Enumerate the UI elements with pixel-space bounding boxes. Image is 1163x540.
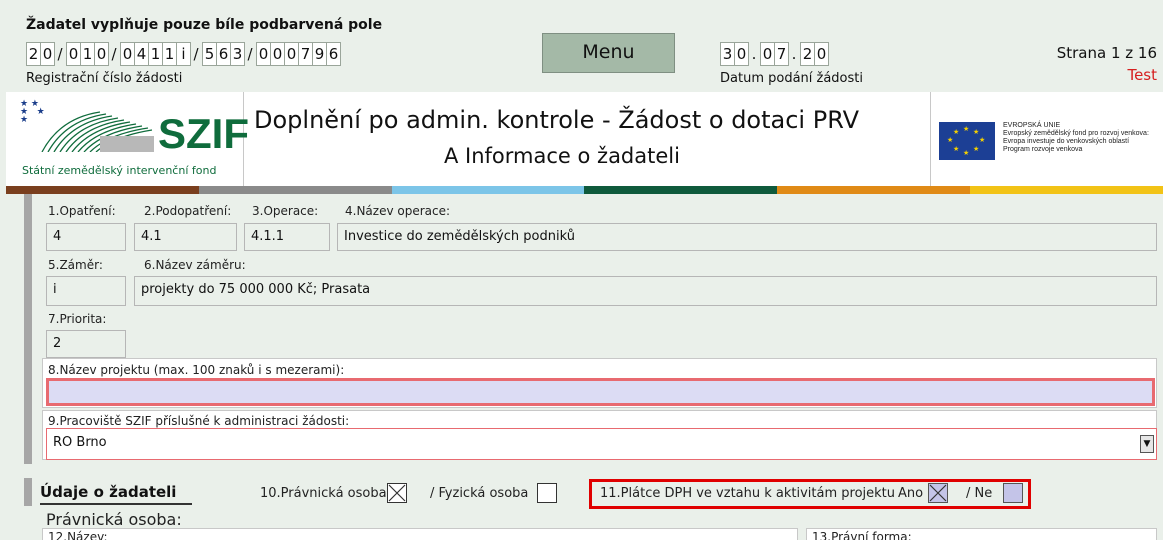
digit-cell: 0: [270, 42, 285, 66]
zamer-label: 5.Záměr:: [48, 258, 103, 272]
left-strip: [24, 194, 32, 464]
color-segment: [198, 186, 392, 194]
color-segment: [584, 186, 778, 194]
digit-cell: 1: [80, 42, 95, 66]
priorita-label: 7.Priorita:: [48, 312, 107, 326]
mode-label: Test: [1127, 66, 1157, 84]
digit-cell: i: [176, 42, 191, 66]
digit-separator: /: [57, 45, 63, 63]
fyzicka-checkbox[interactable]: [537, 483, 557, 503]
digit-cell: 0: [734, 42, 749, 66]
color-stripe: [6, 186, 1163, 194]
logo-text: SZIF: [158, 110, 249, 157]
digit-separator: .: [791, 45, 797, 63]
nazev-label: 12.Název:: [48, 530, 108, 540]
digit-cell: 0: [120, 42, 135, 66]
pracoviste-label: 9.Pracoviště SZIF příslušné k administra…: [48, 414, 350, 428]
ano-checkbox[interactable]: [928, 483, 948, 503]
registration-caption: Registrační číslo žádosti: [26, 71, 183, 86]
digit-cell: 1: [162, 42, 177, 66]
page-indicator: Strana 1 z 16: [1056, 44, 1157, 62]
nazev-zameru-label: 6.Název záměru:: [144, 258, 246, 272]
section-marker: [24, 478, 32, 506]
eu-text: EVROPSKÁ UNIE Evropský zemědělský fond p…: [1003, 122, 1149, 154]
digit-cell: 0: [94, 42, 109, 66]
digit-cell: 3: [720, 42, 735, 66]
eu-line: Evropský zemědělský fond pro rozvoj venk…: [1003, 130, 1149, 137]
eu-line: Evropa investuje do venkovských oblastí: [1003, 138, 1130, 145]
subsection-title: Právnická osoba:: [46, 510, 182, 529]
ne-label: / Ne: [966, 486, 993, 501]
fields-icon: [41, 111, 154, 152]
form-title: Doplnění po admin. kontrole - Žádost o d…: [254, 106, 859, 134]
section-title: Údaje o žadateli: [40, 483, 177, 501]
eu-logo: ★ ★ ★ ★ ★ ★ ★ ★ EVROPSKÁ UNIE Evropský zemědě…: [930, 92, 1163, 186]
digit-cell: 3: [230, 42, 245, 66]
szif-logo: ★ ★ ★ ★ ★ SZIF Státní zemědělský intervenč…: [12, 92, 249, 186]
dropdown-arrow-icon[interactable]: ▼: [1140, 435, 1154, 453]
fyzicka-label: / Fyzická osoba: [430, 486, 529, 501]
digit-cell: 0: [760, 42, 775, 66]
submission-date: 30.07.20: [720, 42, 829, 66]
logo-subtitle: Státní zemědělský intervenční fond: [22, 164, 217, 177]
nazev-operace-label: 4.Název operace:: [345, 204, 451, 218]
nazev-projektu-label: 8.Název projektu (max. 100 znaků i s mez…: [48, 363, 345, 377]
color-segment: [6, 186, 199, 194]
digit-cell: 0: [66, 42, 81, 66]
section-underline: [40, 503, 192, 505]
digit-cell: 6: [326, 42, 341, 66]
digit-cell: 5: [202, 42, 217, 66]
digit-separator: /: [193, 45, 199, 63]
digit-cell: 9: [312, 42, 327, 66]
digit-cell: 0: [814, 42, 829, 66]
color-segment: [777, 186, 971, 194]
digit-cell: 0: [256, 42, 271, 66]
digit-separator: /: [111, 45, 117, 63]
ne-checkbox[interactable]: [1003, 483, 1023, 503]
digit-cell: 1: [148, 42, 163, 66]
date-caption: Datum podání žádosti: [720, 71, 863, 86]
instruction-note: Žadatel vyplňuje pouze bíle podbarvená p…: [26, 17, 383, 33]
priorita-field: 2: [46, 330, 126, 358]
zamer-field: i: [46, 276, 126, 306]
pravni-forma-label: 13.Právní forma:: [812, 530, 912, 540]
podopatreni-label: 2.Podopatření:: [144, 204, 232, 218]
digit-cell: 2: [800, 42, 815, 66]
nazev-projektu-input[interactable]: [46, 378, 1155, 406]
digit-cell: 2: [26, 42, 41, 66]
operace-field: 4.1.1: [244, 223, 330, 251]
pravnicka-label: 10.Právnická osoba: [260, 486, 387, 501]
digit-cell: 6: [216, 42, 231, 66]
digit-separator: /: [247, 45, 253, 63]
nazev-operace-field: Investice do zemědělských podniků: [337, 223, 1157, 251]
eu-flag-icon: ★ ★ ★ ★ ★ ★ ★ ★: [939, 122, 995, 160]
eu-line: Program rozvoje venkova: [1003, 146, 1083, 153]
color-segment: [970, 186, 1163, 194]
registration-number: 2 0/0 1 0/0 4 1 1 i/5 6 3/0 0 0 7 9 6: [26, 42, 341, 66]
digit-cell: 4: [134, 42, 149, 66]
color-segment: [391, 186, 585, 194]
opatreni-field: 4: [46, 223, 126, 251]
menu-button[interactable]: Menu: [542, 33, 675, 73]
digit-cell: 0: [40, 42, 55, 66]
nazev-zameru-field: projekty do 75 000 000 Kč; Prasata: [134, 276, 1157, 306]
digit-cell: 7: [298, 42, 313, 66]
pravnicka-checkbox[interactable]: [387, 483, 407, 503]
digit-separator: .: [751, 45, 757, 63]
dph-label: 11.Plátce DPH ve vztahu k aktivitám proj…: [600, 486, 896, 501]
digit-cell: 0: [284, 42, 299, 66]
podopatreni-field: 4.1: [134, 223, 237, 251]
form-subtitle: A Informace o žadateli: [444, 144, 680, 168]
eu-line: EVROPSKÁ UNIE: [1003, 122, 1061, 129]
pracoviste-select[interactable]: RO Brno ▼: [46, 428, 1157, 460]
digit-cell: 7: [774, 42, 789, 66]
nazev-panel: [42, 528, 798, 540]
pracoviste-value: RO Brno: [53, 435, 107, 450]
operace-label: 3.Operace:: [252, 204, 319, 218]
banner: ★ ★ ★ ★ ★ SZIF Státní zemědělský intervenč…: [6, 92, 1163, 186]
ano-label: Ano: [898, 486, 924, 501]
opatreni-label: 1.Opatření:: [48, 204, 116, 218]
